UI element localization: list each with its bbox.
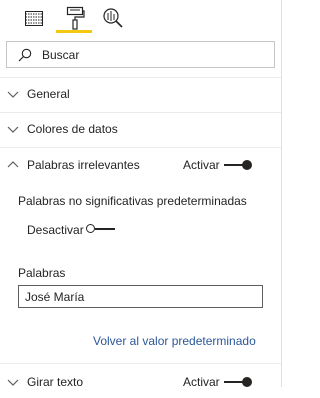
search-icon — [18, 48, 32, 61]
paint-roller-icon — [66, 6, 85, 30]
chevron-up-icon — [7, 161, 19, 168]
section-general-label: General — [27, 87, 70, 101]
section-general[interactable]: General — [0, 78, 281, 110]
analytics-magnifier-icon — [103, 8, 123, 28]
format-pane: General Colores de datos Palabras irrele… — [0, 0, 282, 389]
search-box[interactable] — [6, 41, 275, 68]
chevron-down-icon — [7, 91, 19, 98]
revert-default-link[interactable]: Volver al valor predeterminado — [93, 334, 256, 348]
stop-words-toggle-label: Activar — [183, 158, 220, 172]
search-input[interactable] — [40, 46, 264, 63]
default-stop-words-label: Palabras no significativas predeterminad… — [18, 194, 247, 208]
section-data-colors[interactable]: Colores de datos — [0, 113, 281, 145]
words-field-label: Palabras — [18, 266, 66, 280]
tab-format[interactable] — [63, 5, 87, 31]
toggle-knob — [242, 160, 252, 170]
rotate-text-toggle[interactable] — [224, 376, 252, 388]
default-stop-words-toggle[interactable] — [86, 223, 115, 235]
chevron-down-icon — [7, 379, 19, 386]
toggle-track — [224, 381, 244, 383]
section-rotate-text[interactable]: Girar texto Activar — [0, 366, 281, 398]
section-stop-words[interactable]: Palabras irrelevantes Activar — [0, 149, 281, 181]
words-input[interactable] — [18, 285, 263, 308]
section-stop-words-label: Palabras irrelevantes — [27, 158, 140, 172]
toggle-track — [95, 228, 115, 230]
section-data-colors-label: Colores de datos — [27, 122, 118, 136]
default-stop-words-toggle-label: Desactivar — [27, 223, 84, 237]
active-tab-indicator — [56, 30, 92, 33]
divider — [0, 147, 281, 148]
tab-analytics[interactable] — [101, 5, 125, 31]
stop-words-toggle[interactable] — [224, 159, 252, 171]
divider — [0, 363, 281, 364]
tab-fields[interactable] — [22, 5, 46, 31]
chevron-down-icon — [7, 126, 19, 133]
pane-tab-bar — [0, 0, 281, 36]
toggle-knob — [242, 377, 252, 387]
toggle-knob — [86, 224, 95, 233]
table-grid-icon — [25, 11, 43, 26]
toggle-track — [224, 164, 244, 166]
